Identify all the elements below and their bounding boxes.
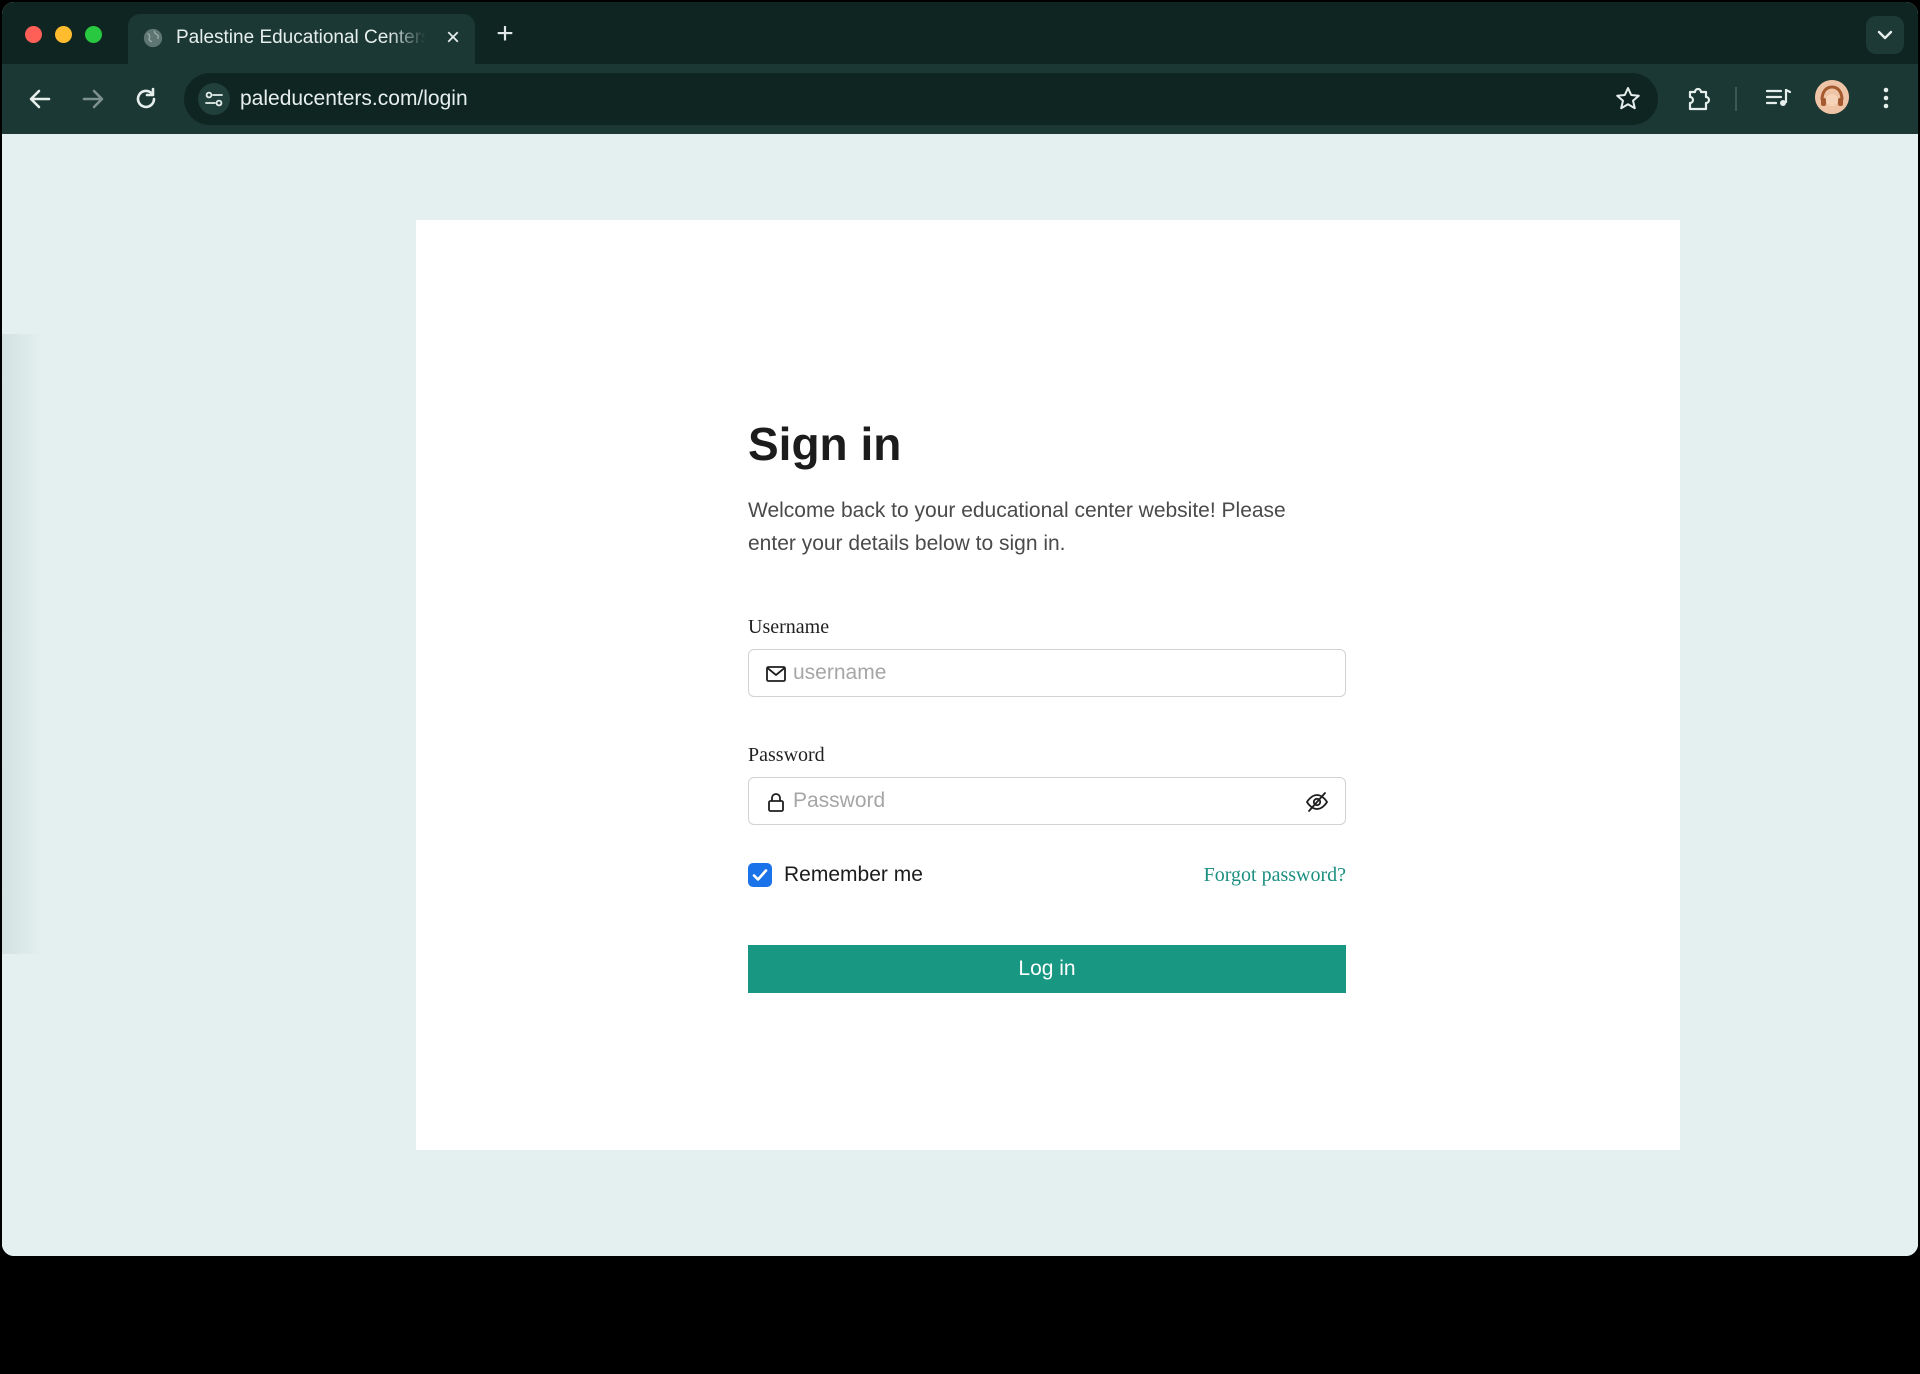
toolbar-divider	[1735, 87, 1737, 111]
close-window-button[interactable]	[25, 26, 42, 43]
extensions-icon[interactable]	[1681, 81, 1715, 115]
reload-icon[interactable]	[126, 79, 166, 119]
page-title: Sign in	[748, 418, 902, 470]
globe-icon	[143, 28, 163, 48]
tab-search-button[interactable]	[1866, 16, 1904, 54]
new-tab-button[interactable]: +	[490, 19, 520, 50]
address-bar[interactable]: paleducenters.com/login	[184, 73, 1658, 125]
username-field[interactable]	[748, 649, 1346, 697]
mail-icon	[766, 666, 786, 682]
login-card: Sign in Welcome back to your educational…	[416, 220, 1680, 1150]
browser-tab[interactable]: Palestine Educational Centers ×	[128, 14, 475, 64]
browser-toolbar: paleducenters.com/login	[2, 64, 1918, 134]
tab-title: Palestine Educational Centers	[176, 27, 426, 48]
close-tab-icon[interactable]: ×	[441, 26, 465, 50]
profile-avatar[interactable]	[1815, 80, 1849, 114]
maximize-window-button[interactable]	[85, 26, 102, 43]
login-subtitle: Welcome back to your educational center …	[748, 499, 1286, 555]
lock-icon	[768, 793, 784, 812]
forgot-password-link[interactable]: Forgot password?	[1204, 861, 1346, 889]
page-content: Sign in Welcome back to your educational…	[2, 134, 1918, 1256]
login-button[interactable]: Log in	[748, 945, 1346, 993]
eye-off-icon[interactable]	[1305, 790, 1329, 814]
url-text[interactable]: paleducenters.com/login	[240, 85, 468, 113]
forward-arrow-icon[interactable]	[73, 79, 113, 119]
username-input[interactable]	[793, 650, 1273, 695]
login-form: Sign in Welcome back to your educational…	[748, 416, 1346, 993]
tab-strip: Palestine Educational Centers × +	[2, 2, 1918, 64]
minimize-window-button[interactable]	[55, 26, 72, 43]
password-label: Password	[748, 744, 825, 766]
site-settings-icon[interactable]	[198, 83, 230, 115]
back-arrow-icon[interactable]	[20, 79, 60, 119]
browser-window: Palestine Educational Centers × + paledu…	[2, 2, 1918, 1256]
password-field[interactable]	[748, 777, 1346, 825]
more-vert-icon[interactable]	[1869, 81, 1903, 115]
star-icon[interactable]	[1614, 85, 1642, 113]
password-input[interactable]	[793, 778, 1273, 823]
username-label: Username	[748, 616, 830, 638]
checkmark-icon	[752, 869, 768, 881]
chevron-down-icon	[1877, 30, 1893, 40]
remember-checkbox[interactable]	[748, 863, 772, 887]
edge-shadow	[2, 334, 42, 954]
remember-label[interactable]: Remember me	[784, 861, 923, 889]
media-controls-icon[interactable]	[1761, 81, 1795, 115]
